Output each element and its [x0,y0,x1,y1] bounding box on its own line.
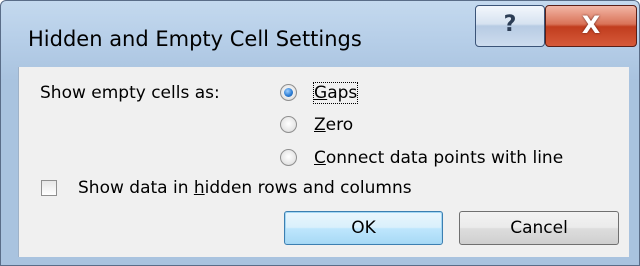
radio-gaps[interactable] [280,84,297,101]
connect-label-rest: onnect data points with line [325,148,564,168]
zero-label-rest: ero [325,115,354,135]
radio-connect-line[interactable] [280,149,297,166]
dialog-title: Hidden and Empty Cell Settings [28,27,362,51]
title-bar: Hidden and Empty Cell Settings ? X [1,1,639,67]
help-button[interactable]: ? [475,5,545,47]
cancel-button[interactable]: Cancel [459,211,619,245]
show-empty-cells-label: Show empty cells as: [40,83,220,103]
hidden-rows-checkbox[interactable] [41,180,57,196]
hidden-rows-label-pre: Show data in [78,178,194,198]
dialog-content: Show empty cells as: Gaps Zero Connect d… [18,67,629,257]
radio-gaps-label[interactable]: Gaps [312,82,359,104]
hidden-rows-label-rest: idden rows and columns [204,178,412,198]
help-icon: ? [503,12,517,37]
gaps-label-rest: aps [327,83,358,103]
close-button[interactable]: X [545,5,637,47]
dialog-window: Hidden and Empty Cell Settings ? X Show … [0,0,640,266]
gaps-accel-key: G [314,83,328,103]
ok-button[interactable]: OK [284,211,443,245]
zero-accel-key: Z [314,115,326,135]
close-icon: X [581,11,601,39]
radio-connect-line-label[interactable]: Connect data points with line [314,148,563,168]
radio-zero-label[interactable]: Zero [314,115,353,135]
hidden-accel-key: h [193,178,205,198]
hidden-rows-label[interactable]: Show data in hidden rows and columns [78,178,412,198]
radio-zero[interactable] [280,116,297,133]
connect-accel-key: C [314,148,326,168]
